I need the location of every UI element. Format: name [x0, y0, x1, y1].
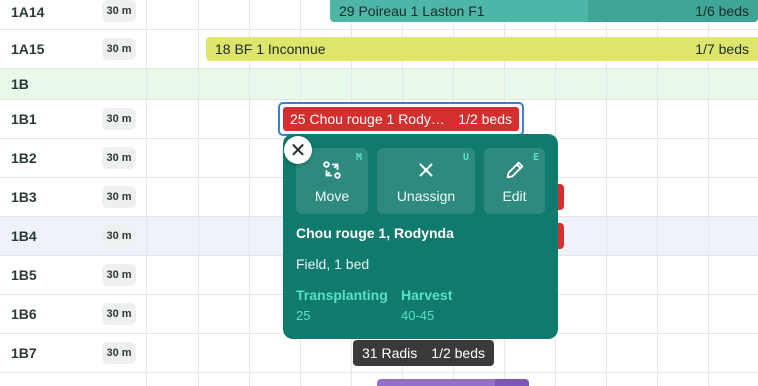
unassign-button[interactable]: U Unassign	[377, 148, 475, 214]
transplanting-label: Transplanting	[296, 287, 388, 303]
bed-label: 1A15	[11, 41, 45, 57]
bed-length-badge: 30 m	[102, 108, 136, 130]
unassign-icon	[419, 163, 433, 177]
planting-name: 25 Chou rouge 1 Rodynda	[290, 111, 451, 127]
planting-beds: 1/2 beds	[431, 345, 485, 361]
bed-label: 1B3	[11, 189, 37, 205]
bed-label: 1A14	[11, 4, 45, 20]
bed-label: 1B7	[11, 345, 37, 361]
planting-name: 31 Radis	[362, 345, 418, 361]
bed-label: 1B2	[11, 150, 37, 166]
bed-length-badge: 30 m	[102, 38, 136, 60]
bed-length-badge: 30 m	[102, 147, 136, 169]
planting-popup: M Move U Unassign E Edit Chou rouge 1, R…	[283, 134, 558, 339]
bed-label: 1B1	[11, 111, 37, 127]
popup-subtitle: Field, 1 bed	[296, 256, 370, 272]
bed-length-badge: 30 m	[102, 342, 136, 364]
bed-length-badge: 30 m	[102, 186, 136, 208]
bed-length-badge: 30 m	[102, 264, 136, 286]
planting-bar[interactable]: 18 BF 1 Inconnue 1/7 beds	[206, 37, 758, 61]
planting-name: 29 Poireau 1 Laston F1	[339, 3, 485, 19]
popup-title: Chou rouge 1, Rodynda	[296, 225, 454, 241]
planting-name: 18 BF 1 Inconnue	[215, 41, 326, 57]
bed-group-row[interactable]: 1B	[0, 69, 758, 100]
planting-beds: 1/6 beds	[695, 3, 749, 19]
bed-label: 1B5	[11, 267, 37, 283]
edit-label: Edit	[502, 188, 527, 204]
bed-length-badge: 30 m	[102, 0, 136, 22]
bed-label: 1B6	[11, 306, 37, 322]
shortcut-key: U	[462, 152, 469, 163]
edit-icon	[506, 161, 523, 179]
planting-bar[interactable]: 29 Poireau 1 Laston F1 1/6 beds	[330, 0, 758, 22]
harvest-label: Harvest	[401, 287, 453, 303]
move-icon	[323, 161, 341, 179]
bed-length-badge: 30 m	[102, 225, 136, 247]
bed-group-label: 1B	[11, 76, 29, 92]
unassign-label: Unassign	[396, 188, 456, 204]
planting-bar[interactable]	[377, 379, 529, 386]
edit-button[interactable]: E Edit	[484, 148, 545, 214]
planting-bar-selected[interactable]: 25 Chou rouge 1 Rodynda 1/2 beds	[278, 102, 524, 136]
close-button[interactable]: ✕	[284, 136, 312, 164]
planting-beds: 1/2 beds	[458, 111, 512, 127]
bed-label: 1B4	[11, 228, 37, 244]
shortcut-key: E	[532, 152, 539, 163]
bed-length-badge: 30 m	[102, 303, 136, 325]
harvest-value: 40-45	[401, 308, 435, 323]
shortcut-key: M	[355, 152, 362, 163]
grid-line	[146, 0, 147, 386]
move-label: Move	[314, 188, 350, 204]
close-icon: ✕	[289, 139, 307, 162]
transplanting-value: 25	[296, 308, 311, 323]
planting-bar[interactable]: 31 Radis 1/2 beds	[353, 340, 494, 366]
grid-line	[198, 0, 199, 386]
planting-beds: 1/7 beds	[695, 41, 749, 57]
